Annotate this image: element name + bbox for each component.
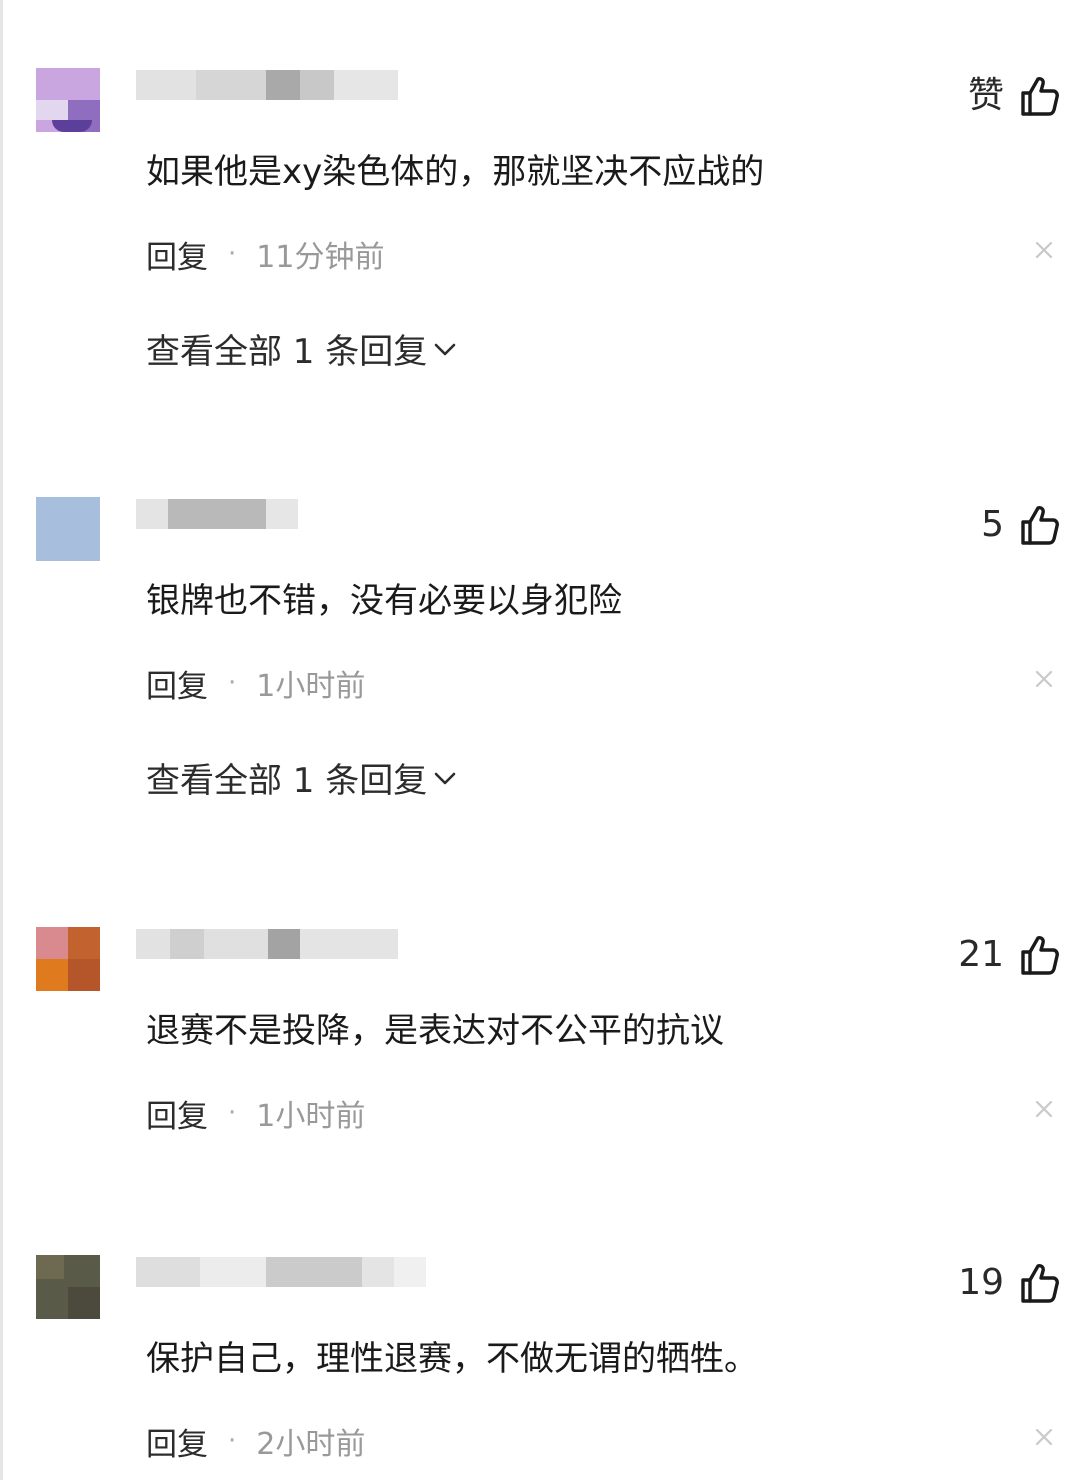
- avatar[interactable]: [36, 1255, 100, 1319]
- avatar-pixel: [36, 959, 68, 991]
- close-icon[interactable]: [1032, 1097, 1056, 1121]
- separator-dot: ·: [228, 1098, 237, 1128]
- separator-dot: ·: [228, 239, 237, 269]
- username-blurred[interactable]: [136, 929, 398, 959]
- like-area[interactable]: 19: [958, 1261, 1060, 1305]
- close-icon[interactable]: [1032, 667, 1056, 691]
- username-blurred[interactable]: [136, 70, 398, 100]
- chevron-down-icon: [431, 759, 459, 803]
- close-icon[interactable]: [1032, 1425, 1056, 1449]
- reply-button[interactable]: 回复: [146, 1419, 208, 1464]
- separator-dot: ·: [228, 668, 237, 698]
- avatar-pixel: [36, 1255, 64, 1279]
- thumbs-up-icon[interactable]: [1020, 75, 1060, 117]
- close-icon[interactable]: [1032, 238, 1056, 262]
- like-area[interactable]: 5: [981, 503, 1060, 547]
- avatar[interactable]: [36, 497, 100, 561]
- comment-text: 银牌也不错，没有必要以身犯险: [146, 581, 622, 621]
- like-count: 5: [981, 504, 1004, 545]
- comment-meta: 回复 · 1小时前: [146, 661, 366, 706]
- comment-meta: 回复 · 2小时前: [146, 1419, 366, 1464]
- view-replies-label: 查看全部 1 条回复: [146, 761, 428, 801]
- username-blurred[interactable]: [136, 499, 298, 529]
- thumbs-up-icon[interactable]: [1020, 934, 1060, 976]
- thumbs-up-icon[interactable]: [1020, 1262, 1060, 1304]
- avatar-pixel: [36, 927, 68, 959]
- avatar-pixel: [68, 927, 100, 959]
- separator-dot: ·: [228, 1426, 237, 1456]
- thumbs-up-icon[interactable]: [1020, 504, 1060, 546]
- comment-text: 退赛不是投降，是表达对不公平的抗议: [146, 1011, 724, 1051]
- username-blurred[interactable]: [136, 1257, 426, 1287]
- avatar-pixel: [52, 120, 92, 132]
- like-area[interactable]: 赞: [968, 74, 1060, 118]
- chevron-down-icon: [431, 330, 459, 374]
- like-count: 21: [958, 934, 1004, 975]
- comment-meta: 回复 · 1小时前: [146, 1091, 366, 1136]
- timestamp: 1小时前: [256, 669, 366, 704]
- view-all-replies-button[interactable]: 查看全部 1 条回复: [146, 759, 459, 803]
- like-area[interactable]: 21: [958, 933, 1060, 977]
- avatar-pixel: [68, 1287, 100, 1319]
- reply-button[interactable]: 回复: [146, 661, 208, 706]
- avatar[interactable]: [36, 927, 100, 991]
- comment-meta: 回复 · 11分钟前: [146, 232, 385, 277]
- like-count: 19: [958, 1262, 1004, 1303]
- avatar-pixel: [36, 100, 68, 120]
- timestamp: 2小时前: [256, 1427, 366, 1462]
- avatar-pixel: [36, 497, 100, 561]
- comment-text: 如果他是xy染色体的，那就坚决不应战的: [146, 152, 765, 192]
- timestamp: 11分钟前: [256, 240, 385, 275]
- reply-button[interactable]: 回复: [146, 232, 208, 277]
- view-all-replies-button[interactable]: 查看全部 1 条回复: [146, 330, 459, 374]
- reply-button[interactable]: 回复: [146, 1091, 208, 1136]
- avatar[interactable]: [36, 68, 100, 132]
- timestamp: 1小时前: [256, 1099, 366, 1134]
- view-replies-label: 查看全部 1 条回复: [146, 332, 428, 372]
- like-label: 赞: [967, 75, 1004, 116]
- avatar-pixel: [68, 959, 100, 991]
- left-edge-divider: [0, 0, 3, 1480]
- comment-text: 保护自己，理性退赛，不做无谓的牺牲。: [146, 1339, 758, 1379]
